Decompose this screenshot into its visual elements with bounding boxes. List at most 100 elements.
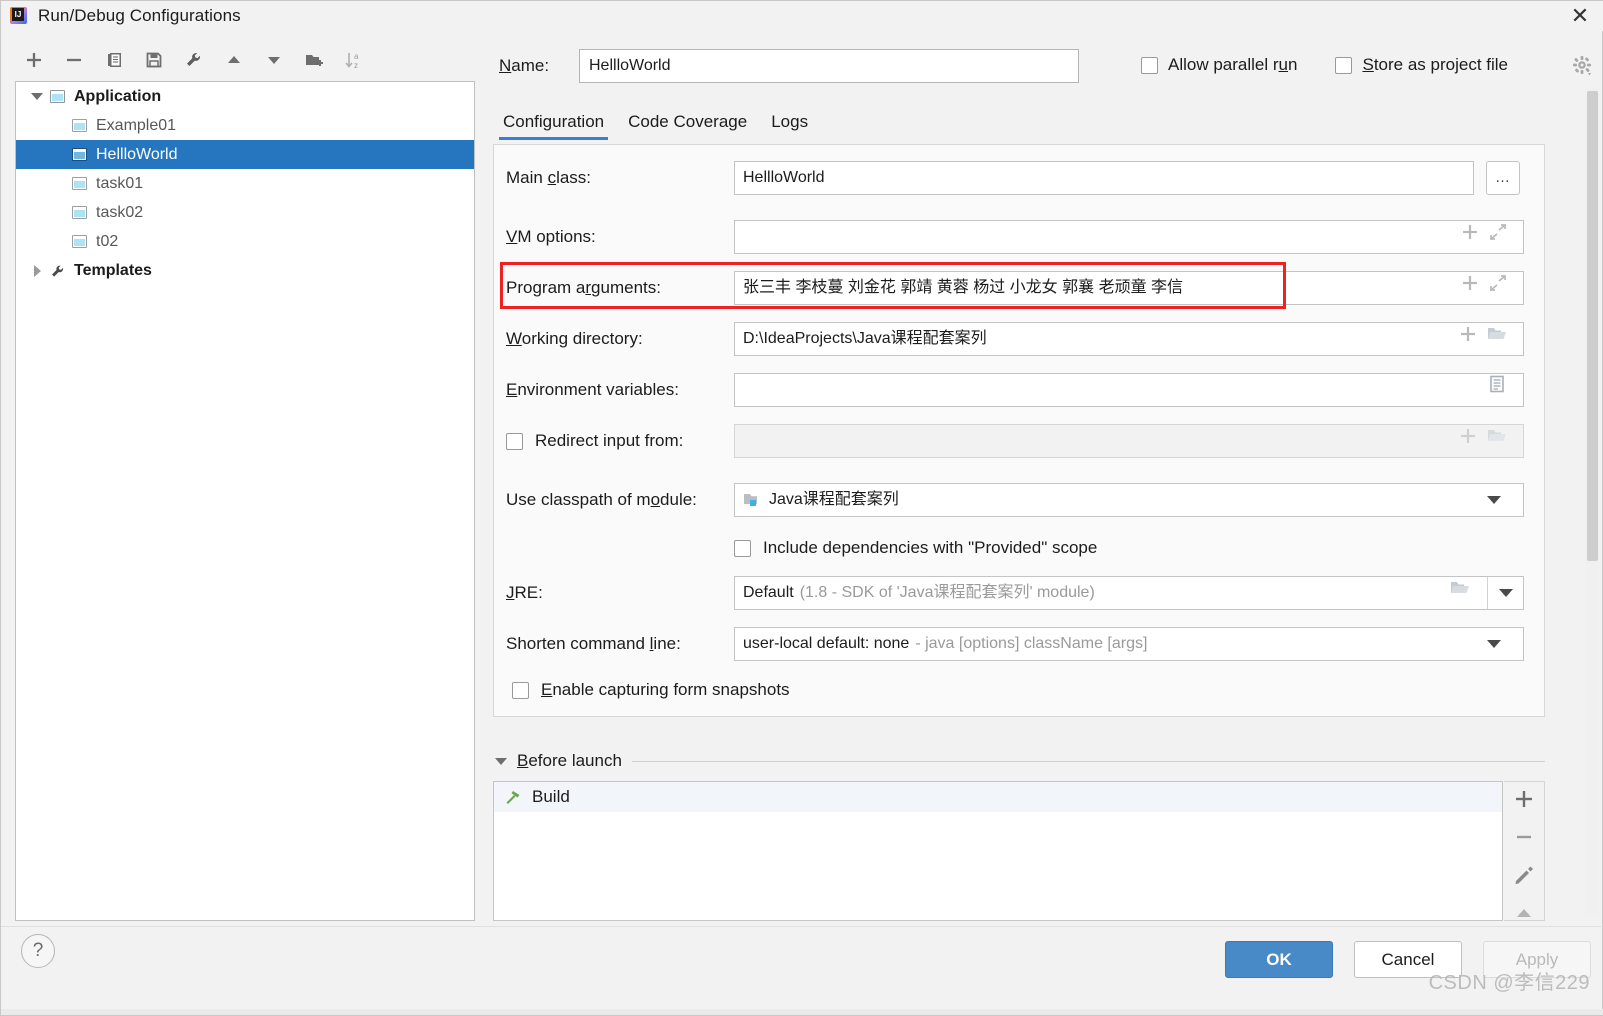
before-launch-side-toolbar: [1504, 781, 1545, 921]
vm-options-expand-icon[interactable]: [1489, 221, 1507, 253]
program-arguments-insert-macro-icon[interactable]: [1461, 272, 1479, 304]
program-arguments-value: 张三丰 李枝蔓 刘金花 郭靖 黄蓉 杨过 小龙女 郭襄 老顽童 李信: [743, 279, 1184, 296]
add-task-button[interactable]: [1510, 788, 1538, 810]
tree-item-task01[interactable]: task01: [16, 169, 474, 198]
move-task-up-button[interactable]: [1510, 902, 1538, 924]
working-directory-value: D:\IdeaProjects\Java课程配套案列: [743, 330, 987, 347]
checkbox-box[interactable]: [734, 539, 751, 557]
environment-variables-input[interactable]: [734, 373, 1524, 407]
jre-hint: (1.8 - SDK of 'Java课程配套案列' module): [799, 584, 1095, 601]
vm-options-insert-macro-icon[interactable]: [1461, 221, 1479, 253]
chevron-down-icon[interactable]: [1487, 640, 1501, 648]
allow-parallel-run-checkbox[interactable]: Allow parallel run: [1141, 55, 1297, 75]
add-configuration-button[interactable]: [15, 43, 53, 77]
help-button[interactable]: ?: [21, 934, 55, 968]
checkbox-box[interactable]: [512, 681, 529, 699]
ok-button[interactable]: OK: [1225, 941, 1333, 978]
tab-code-coverage[interactable]: Code Coverage: [624, 112, 751, 140]
program-arguments-expand-icon[interactable]: [1489, 272, 1507, 304]
main-class-row: Main class: HellloWorld …: [506, 161, 1536, 195]
application-icon: [70, 117, 90, 135]
use-classpath-of-module-label: Use classpath of module:: [506, 490, 697, 509]
expand-toggle-application[interactable]: [26, 93, 48, 100]
hammer-icon: [504, 788, 522, 806]
save-configuration-button[interactable]: [135, 43, 173, 77]
close-icon[interactable]: ✕: [1556, 1, 1603, 31]
move-up-button[interactable]: [215, 43, 253, 77]
dialog-scrollbar-thumb[interactable]: [1587, 91, 1598, 561]
window-bottom-edge: [1, 1009, 1603, 1015]
name-input[interactable]: HellloWorld: [579, 49, 1079, 83]
application-icon: [70, 233, 90, 251]
configuration-panel: Main class: HellloWorld … VM options: Pr…: [493, 144, 1545, 717]
redirect-input-insert-macro-icon[interactable]: [1459, 425, 1477, 457]
application-icon: [70, 146, 90, 164]
store-as-project-file-label: Store as project file: [1362, 55, 1509, 74]
jre-combo[interactable]: Default (1.8 - SDK of 'Java课程配套案列' modul…: [734, 576, 1524, 610]
chevron-down-icon[interactable]: [495, 757, 507, 765]
tree-item-templates[interactable]: Templates: [16, 256, 474, 285]
move-down-button[interactable]: [255, 43, 293, 77]
redirect-input-checkbox[interactable]: Redirect input from:: [506, 431, 734, 451]
enable-capturing-form-snapshots-checkbox[interactable]: Enable capturing form snapshots: [512, 673, 790, 707]
program-arguments-input[interactable]: 张三丰 李枝蔓 刘金花 郭靖 黄蓉 杨过 小龙女 郭襄 老顽童 李信: [734, 271, 1524, 305]
tree-item-label: task02: [96, 203, 144, 221]
before-launch-title: Before launch: [517, 751, 622, 770]
include-provided-scope-label: Include dependencies with "Provided" sco…: [763, 538, 1098, 557]
application-icon: [70, 175, 90, 193]
tree-item-label: Templates: [74, 261, 152, 279]
tree-item-t02[interactable]: t02: [16, 227, 474, 256]
tab-configuration[interactable]: Configuration: [499, 112, 609, 140]
shorten-command-line-hint: - java [options] className [args]: [915, 635, 1148, 652]
before-launch-task-label: Build: [532, 787, 570, 806]
environment-variables-edit-icon[interactable]: [1487, 374, 1507, 406]
main-class-input[interactable]: HellloWorld: [734, 161, 1474, 195]
working-directory-browse-folder-icon[interactable]: [1487, 323, 1507, 355]
before-launch-task-list[interactable]: Build: [493, 781, 1503, 921]
jre-browse-folder-icon[interactable]: [1449, 577, 1471, 609]
checkbox-box[interactable]: [506, 432, 523, 450]
redirect-input-browse-folder-icon[interactable]: [1487, 425, 1507, 457]
svg-text:a: a: [354, 52, 359, 61]
jre-value: Default: [743, 584, 794, 601]
working-directory-input[interactable]: D:\IdeaProjects\Java课程配套案列: [734, 322, 1524, 356]
working-directory-insert-macro-icon[interactable]: [1459, 323, 1477, 355]
store-as-project-file-checkbox[interactable]: Store as project file: [1335, 55, 1508, 75]
watermark: CSDN @李信229: [1428, 972, 1590, 994]
before-launch-task-build[interactable]: Build: [494, 782, 1502, 812]
new-folder-button[interactable]: [295, 43, 333, 77]
tab-logs[interactable]: Logs: [767, 112, 812, 140]
use-classpath-of-module-combo[interactable]: Java课程配套案列: [734, 483, 1524, 517]
copy-configuration-button[interactable]: [95, 43, 133, 77]
edit-task-button[interactable]: [1510, 864, 1538, 886]
remove-configuration-button[interactable]: [55, 43, 93, 77]
run-debug-configurations-dialog: IJ Run/Debug Configurations ✕ a z Applic…: [0, 0, 1603, 1016]
sort-alphabetically-button[interactable]: a z: [335, 43, 373, 77]
configurations-tree[interactable]: Application Example01 HellloWorld task01…: [15, 81, 475, 921]
tree-item-application[interactable]: Application: [16, 82, 474, 111]
shorten-command-line-combo[interactable]: user-local default: none - java [options…: [734, 627, 1524, 661]
vm-options-label: VM options:: [506, 227, 596, 246]
include-provided-scope-checkbox[interactable]: Include dependencies with "Provided" sco…: [734, 531, 1097, 565]
footer-divider: [1, 926, 1603, 927]
checkbox-box[interactable]: [1141, 56, 1158, 74]
tree-item-task02[interactable]: task02: [16, 198, 474, 227]
checkbox-box[interactable]: [1335, 56, 1353, 74]
name-label: Name:: [499, 56, 550, 75]
working-directory-row: Working directory: D:\IdeaProjects\Java课…: [506, 322, 1536, 356]
main-class-browse-button[interactable]: …: [1486, 161, 1520, 195]
remove-task-button[interactable]: [1510, 826, 1538, 848]
redirect-input-field[interactable]: [734, 424, 1524, 458]
wrench-icon[interactable]: [175, 43, 213, 77]
vm-options-input[interactable]: [734, 220, 1524, 254]
application-icon: [70, 204, 90, 222]
shorten-command-line-label: Shorten command line:: [506, 634, 681, 653]
chevron-down-icon[interactable]: [1487, 496, 1501, 504]
tree-item-hellloworld[interactable]: HellloWorld: [16, 140, 474, 169]
gear-icon[interactable]: [1570, 53, 1594, 77]
expand-toggle-templates[interactable]: [26, 264, 48, 277]
tree-item-example01[interactable]: Example01: [16, 111, 474, 140]
redirect-input-label: Redirect input from:: [535, 431, 684, 450]
wrench-icon: [48, 262, 68, 280]
jre-dropdown-button[interactable]: [1487, 577, 1523, 609]
